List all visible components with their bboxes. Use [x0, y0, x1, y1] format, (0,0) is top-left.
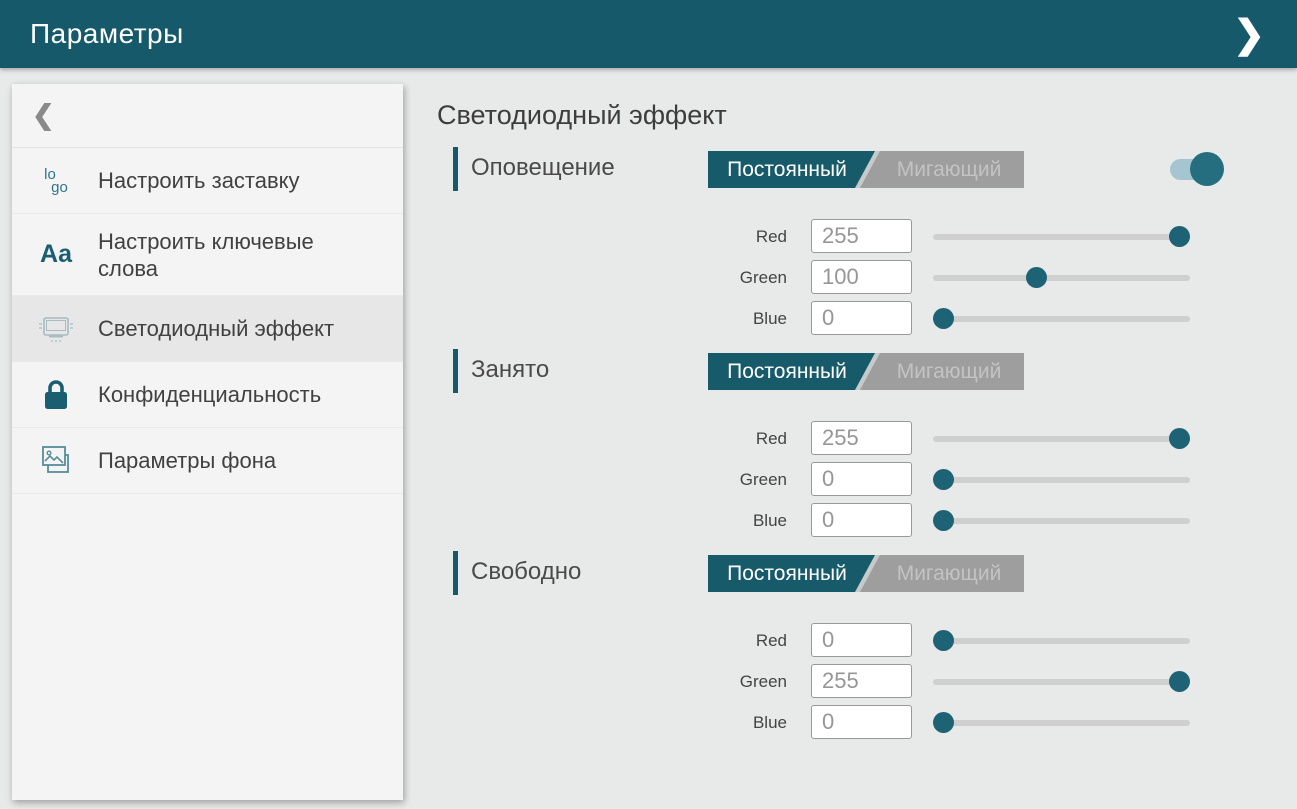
section-alert: Оповещение Постоянный Мигающий Red Green [437, 146, 1297, 346]
green-value-input[interactable] [811, 664, 912, 698]
green-slider[interactable] [933, 661, 1190, 702]
slider-thumb[interactable] [933, 510, 954, 531]
blue-slider[interactable] [933, 500, 1190, 541]
slider-thumb[interactable] [1169, 671, 1190, 692]
green-label: Green [437, 257, 787, 298]
back-chevron-icon: ❮ [32, 100, 55, 131]
red-label: Red [437, 620, 787, 661]
red-value-input[interactable] [811, 219, 912, 253]
green-slider[interactable] [933, 257, 1190, 298]
lock-icon [32, 378, 80, 412]
slider-thumb[interactable] [1026, 267, 1047, 288]
blue-label: Blue [437, 500, 787, 541]
tab-blinking[interactable]: Мигающий [874, 353, 1024, 390]
section-busy: Занято Постоянный Мигающий Red Green [437, 348, 1297, 548]
red-label: Red [437, 216, 787, 257]
slider-thumb[interactable] [933, 469, 954, 490]
blue-value-input[interactable] [811, 503, 912, 537]
green-slider[interactable] [933, 459, 1190, 500]
alert-toggle-switch[interactable] [1170, 151, 1226, 187]
led-effect-panel: Светодиодный эффект Оповещение Постоянны… [437, 68, 1297, 809]
sidebar-back-button[interactable]: ❮ [12, 84, 403, 148]
blue-slider[interactable] [933, 298, 1190, 339]
accent-bar [453, 147, 458, 191]
slider-track [933, 638, 1190, 644]
sidebar-item-label: Светодиодный эффект [98, 315, 334, 342]
accent-bar [453, 551, 458, 595]
tab-solid[interactable]: Постоянный [708, 555, 866, 592]
mode-tabs: Постоянный Мигающий [708, 555, 1024, 592]
blue-value-input[interactable] [811, 705, 912, 739]
sidebar-item-background[interactable]: Параметры фона [12, 428, 403, 494]
keywords-icon: Aa [32, 240, 80, 269]
slider-track [933, 275, 1190, 281]
section-title: Оповещение [471, 154, 615, 182]
slider-thumb[interactable] [1169, 428, 1190, 449]
mode-tabs: Постоянный Мигающий [708, 353, 1024, 390]
section-heading: Светодиодный эффект [437, 100, 727, 131]
sidebar-item-led-effect[interactable]: Светодиодный эффект [12, 296, 403, 362]
toggle-knob [1190, 152, 1224, 186]
led-screen-icon [32, 313, 80, 345]
red-slider[interactable] [933, 216, 1190, 257]
slider-track [933, 679, 1190, 685]
green-value-input[interactable] [811, 462, 912, 496]
page-title: Параметры [30, 18, 184, 50]
settings-sidebar: ❮ logo Настроить заставку Aa Настроить к… [12, 84, 403, 800]
tab-solid[interactable]: Постоянный [708, 151, 866, 188]
section-title: Свободно [471, 558, 581, 586]
blue-value-input[interactable] [811, 301, 912, 335]
green-value-input[interactable] [811, 260, 912, 294]
sidebar-item-label: Настроить заставку [98, 167, 300, 194]
slider-track [933, 234, 1190, 240]
green-label: Green [437, 459, 787, 500]
slider-thumb[interactable] [933, 712, 954, 733]
accent-bar [453, 349, 458, 393]
sidebar-item-label: Конфиденциальность [98, 381, 321, 408]
blue-label: Blue [437, 298, 787, 339]
slider-track [933, 316, 1190, 322]
red-value-input[interactable] [811, 623, 912, 657]
red-label: Red [437, 418, 787, 459]
slider-track [933, 518, 1190, 524]
background-images-icon [32, 443, 80, 479]
slider-track [933, 436, 1190, 442]
blue-label: Blue [437, 702, 787, 743]
app-header: Параметры ❯ [0, 0, 1297, 68]
forward-chevron-icon[interactable]: ❯ [1219, 0, 1279, 68]
sidebar-item-screensaver[interactable]: logo Настроить заставку [12, 148, 403, 214]
slider-thumb[interactable] [933, 308, 954, 329]
red-slider[interactable] [933, 418, 1190, 459]
section-free: Свободно Постоянный Мигающий Red Green [437, 550, 1297, 750]
sidebar-item-keywords[interactable]: Aa Настроить ключевые слова [12, 214, 403, 296]
blue-slider[interactable] [933, 702, 1190, 743]
tab-blinking[interactable]: Мигающий [874, 555, 1024, 592]
mode-tabs: Постоянный Мигающий [708, 151, 1024, 188]
tab-blinking[interactable]: Мигающий [874, 151, 1024, 188]
sidebar-item-label: Настроить ключевые слова [98, 228, 348, 282]
red-value-input[interactable] [811, 421, 912, 455]
logo-icon: logo [32, 168, 80, 194]
slider-thumb[interactable] [933, 630, 954, 651]
green-label: Green [437, 661, 787, 702]
red-slider[interactable] [933, 620, 1190, 661]
sidebar-item-privacy[interactable]: Конфиденциальность [12, 362, 403, 428]
sidebar-item-label: Параметры фона [98, 447, 276, 474]
section-title: Занято [471, 356, 549, 384]
slider-track [933, 477, 1190, 483]
slider-track [933, 720, 1190, 726]
tab-solid[interactable]: Постоянный [708, 353, 866, 390]
slider-thumb[interactable] [1169, 226, 1190, 247]
